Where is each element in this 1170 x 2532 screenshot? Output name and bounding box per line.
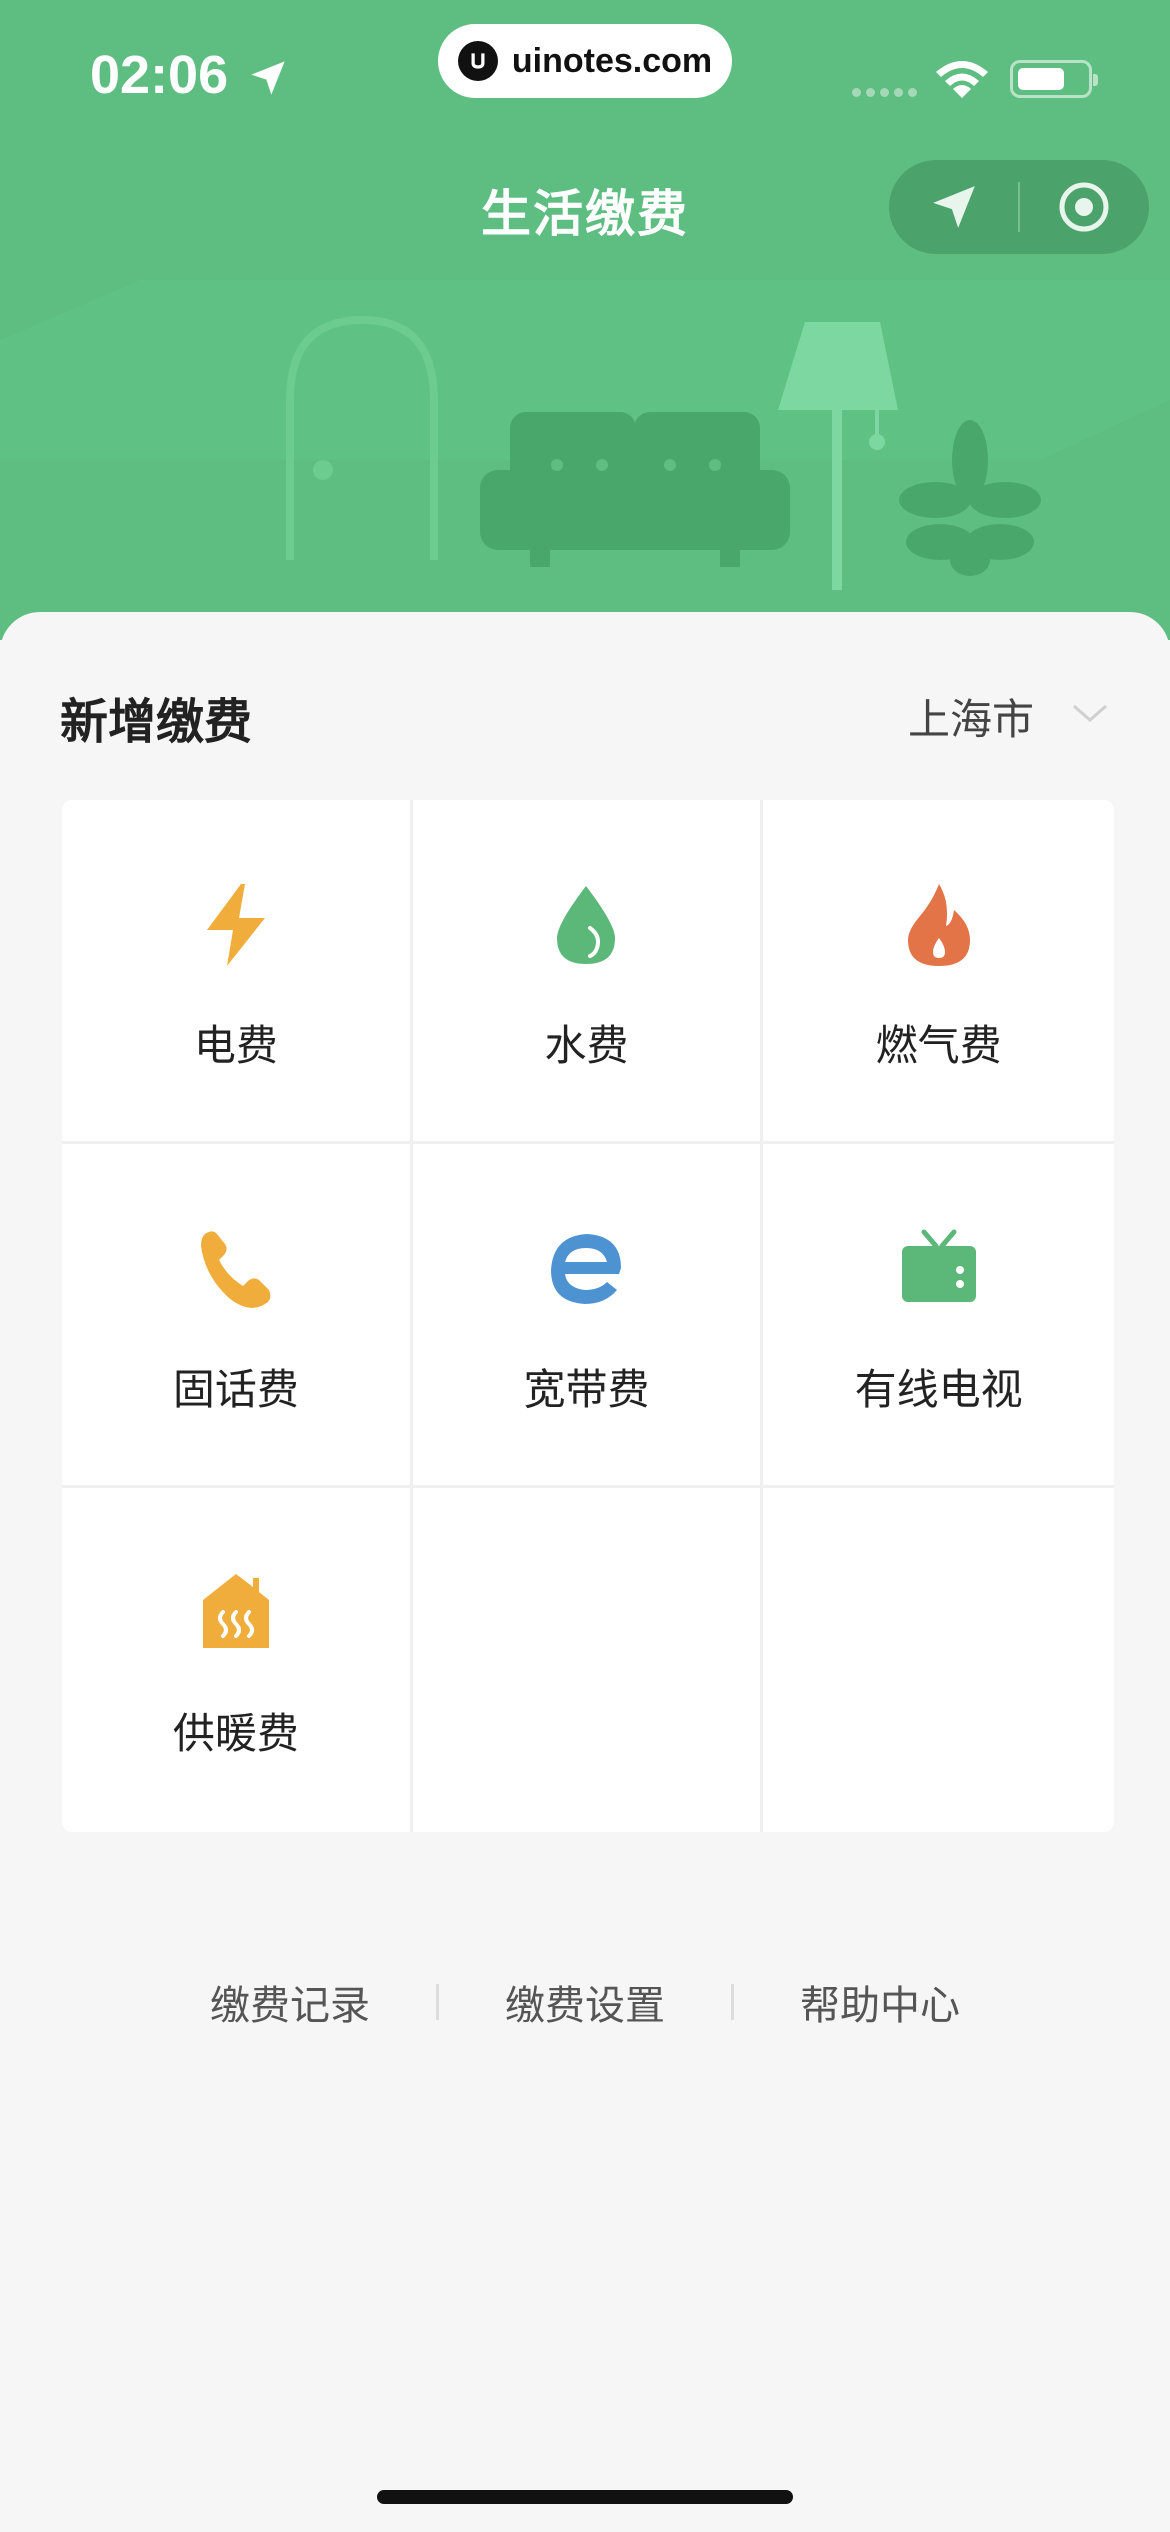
service-gas[interactable]: 燃气费 bbox=[763, 800, 1114, 1144]
empty-cell bbox=[763, 1488, 1114, 1832]
empty-cell bbox=[413, 1488, 764, 1832]
phone-icon bbox=[200, 1231, 271, 1308]
service-label: 燃气费 bbox=[875, 1021, 1002, 1070]
payment-settings-link[interactable]: 缴费设置 bbox=[439, 1973, 731, 2031]
section-title: 新增缴费 bbox=[60, 694, 253, 750]
water-drop-icon bbox=[557, 886, 616, 964]
location-share-icon[interactable] bbox=[929, 182, 979, 232]
service-heating[interactable]: 供暖费 bbox=[62, 1488, 413, 1832]
content-card: 新增缴费 上海市 电费 水费 燃气费 固话费 宽带费 有线电视 供暖费 缴费记录… bbox=[0, 612, 1170, 2532]
chevron-down-icon[interactable] bbox=[1070, 694, 1110, 730]
home-indicator bbox=[377, 2490, 793, 2504]
service-label: 水费 bbox=[544, 1021, 629, 1070]
service-label: 宽带费 bbox=[523, 1365, 650, 1414]
broadband-icon bbox=[551, 1234, 622, 1304]
service-broadband[interactable]: 宽带费 bbox=[412, 1144, 764, 1488]
header-banner: 02:06 uinotes.com 生活缴费 bbox=[0, 0, 1170, 640]
help-center-link[interactable]: 帮助中心 bbox=[734, 1973, 1026, 2031]
location-arrow-icon bbox=[251, 61, 285, 95]
city-selector[interactable]: 上海市 bbox=[908, 686, 1034, 747]
status-bar: 02:06 uinotes.com bbox=[0, 0, 1170, 140]
service-water[interactable]: 水费 bbox=[412, 800, 764, 1144]
watermark-badge: uinotes.com bbox=[438, 24, 732, 98]
cellular-signal-icon bbox=[852, 82, 922, 101]
status-time: 02:06 bbox=[90, 45, 229, 105]
flame-icon bbox=[907, 884, 970, 966]
section-header: 新增缴费 上海市 bbox=[60, 682, 1110, 762]
service-label: 供暖费 bbox=[172, 1709, 299, 1758]
service-landline[interactable]: 固话费 bbox=[62, 1144, 413, 1488]
mini-program-capsule bbox=[889, 160, 1149, 254]
lightning-icon bbox=[206, 884, 265, 966]
heating-icon bbox=[202, 1574, 269, 1648]
wifi-icon bbox=[936, 61, 988, 98]
tv-icon bbox=[901, 1229, 976, 1302]
battery-icon bbox=[1010, 60, 1098, 98]
watermark-logo-icon bbox=[457, 41, 498, 81]
footer-links: 缴费记录 缴费设置 帮助中心 bbox=[0, 1972, 1170, 2032]
service-cable-tv[interactable]: 有线电视 bbox=[763, 1144, 1114, 1488]
service-label: 电费 bbox=[193, 1021, 278, 1070]
battery-level bbox=[1018, 68, 1064, 90]
service-electricity[interactable]: 电费 bbox=[62, 800, 413, 1144]
payment-records-link[interactable]: 缴费记录 bbox=[144, 1973, 436, 2031]
close-target-icon[interactable] bbox=[1057, 180, 1111, 234]
watermark-text: uinotes.com bbox=[511, 41, 713, 80]
service-label: 固话费 bbox=[172, 1365, 299, 1414]
capsule-divider bbox=[1018, 182, 1020, 232]
service-label: 有线电视 bbox=[854, 1365, 1023, 1414]
living-room-illustration bbox=[0, 280, 1170, 590]
service-grid: 电费 水费 燃气费 固话费 宽带费 有线电视 供暖费 bbox=[62, 800, 1114, 1832]
